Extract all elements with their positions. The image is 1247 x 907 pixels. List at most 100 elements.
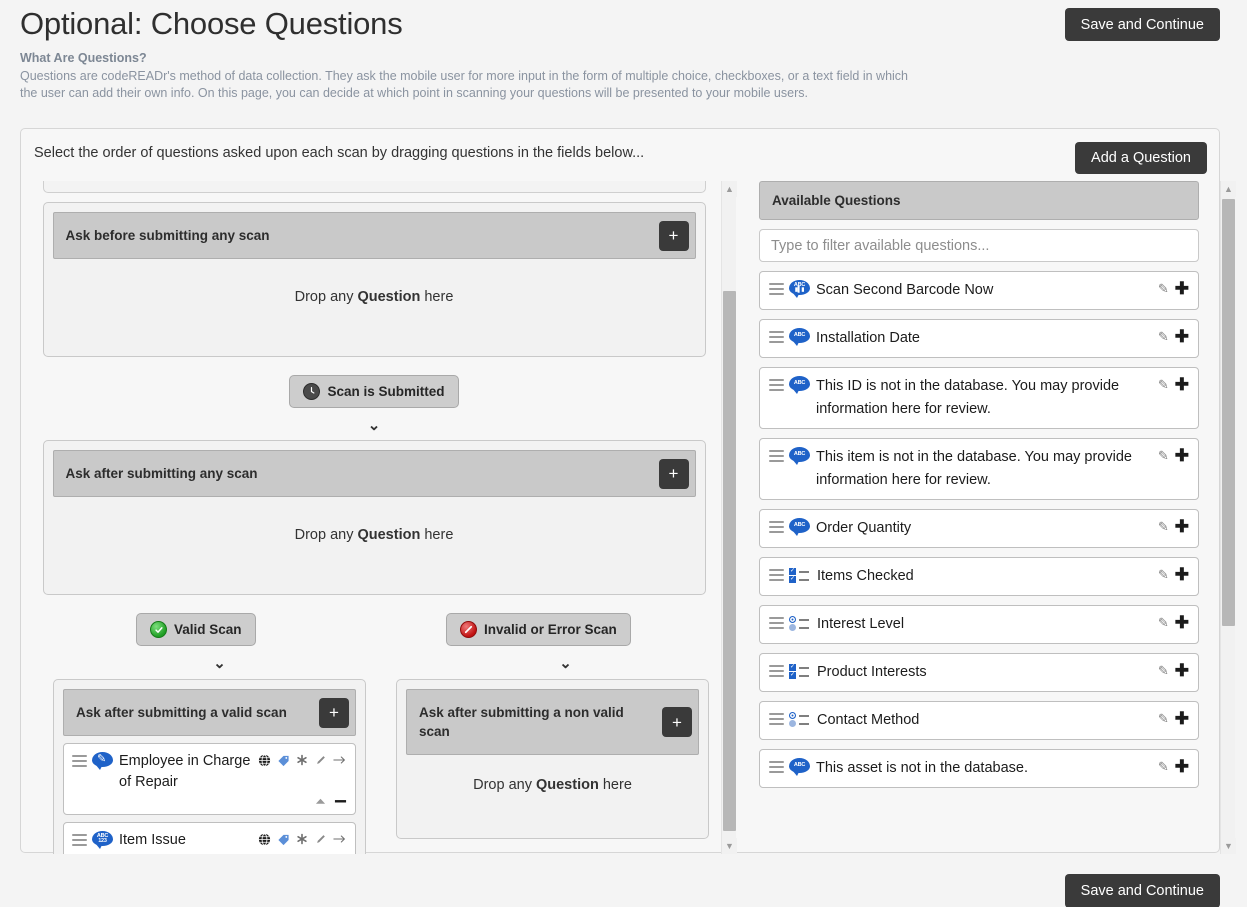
invalid-forbidden-icon [460, 621, 477, 638]
triangle-up-icon[interactable] [313, 852, 327, 854]
add-question-to-zone-button[interactable]: + [662, 707, 692, 737]
pencil-icon[interactable]: ✎ [1158, 711, 1169, 727]
plus-icon[interactable]: ✚ [1175, 568, 1189, 582]
globe-icon[interactable] [257, 753, 271, 767]
available-question-item[interactable]: ABC Order Quantity ✎ ✚ [759, 509, 1199, 548]
dropzone-header: Ask before submitting any scan + [53, 212, 696, 259]
dropzone-after-valid-scan[interactable]: Ask after submitting a valid scan + ✎ [53, 679, 366, 854]
pencil-icon[interactable]: ✎ [1158, 663, 1169, 679]
drag-handle-icon[interactable] [769, 331, 784, 346]
drag-handle-icon[interactable] [769, 569, 784, 584]
tag-icon[interactable] [276, 832, 290, 846]
plus-icon[interactable]: ✚ [1175, 520, 1189, 534]
available-question-item[interactable]: ABC This asset is not in the database. ✎… [759, 749, 1199, 788]
plus-icon[interactable]: ✚ [1175, 378, 1189, 392]
pencil-icon[interactable]: ✎ [1158, 759, 1169, 775]
plus-icon[interactable]: ✚ [1175, 712, 1189, 726]
dropzone-after-any-scan[interactable]: Ask after submitting any scan + Drop any… [43, 440, 706, 595]
submitted-clock-icon [303, 383, 320, 400]
drop-hint: Drop any Question here [53, 259, 696, 347]
available-question-label: This asset is not in the database. [816, 757, 1189, 780]
save-and-continue-button-bottom[interactable]: Save and Continue [1065, 874, 1220, 907]
available-questions-scrollbar[interactable]: ▲ ▼ [1220, 181, 1235, 854]
available-question-label: Interest Level [817, 613, 1189, 636]
save-and-continue-button-top[interactable]: Save and Continue [1065, 8, 1220, 41]
question-abc-bubble-icon: ABC [789, 328, 810, 346]
scrollbar-up-icon[interactable]: ▲ [1221, 181, 1236, 197]
scrollbar-up-icon[interactable]: ▲ [722, 181, 737, 197]
branch-dropzone-row: Ask after submitting a valid scan + ✎ [31, 679, 717, 854]
tag-icon[interactable] [276, 753, 290, 767]
plus-icon[interactable]: ✚ [1175, 616, 1189, 630]
available-question-item[interactable]: ABC▮▌▮ Scan Second Barcode Now ✎ ✚ [759, 271, 1199, 310]
minus-icon[interactable] [333, 794, 347, 808]
scan-flow-scrollbar[interactable]: ▲ ▼ [721, 181, 736, 854]
available-question-item[interactable]: Interest Level ✎ ✚ [759, 605, 1199, 644]
scrollbar-thumb[interactable] [723, 291, 736, 831]
pencil-icon[interactable]: ✎ [1158, 377, 1169, 393]
add-a-question-button[interactable]: Add a Question [1075, 142, 1207, 174]
assigned-question-card[interactable]: ✎ Employee in Charge of Repair [63, 743, 356, 815]
marker-valid-scan: Valid Scan [136, 613, 256, 646]
drag-handle-icon[interactable] [72, 834, 87, 849]
arrow-right-icon[interactable] [333, 753, 347, 767]
add-question-to-zone-button[interactable]: + [319, 698, 349, 728]
pencil-icon[interactable] [314, 753, 328, 767]
available-questions-heading: Available Questions [759, 181, 1199, 220]
assigned-question-actions-secondary [72, 852, 347, 854]
add-question-to-zone-button[interactable]: + [659, 221, 689, 251]
drag-handle-icon[interactable] [769, 617, 784, 632]
asterisk-icon[interactable] [295, 753, 309, 767]
add-question-to-zone-button[interactable]: + [659, 459, 689, 489]
pencil-icon[interactable]: ✎ [1158, 281, 1169, 297]
drag-handle-icon[interactable] [769, 665, 784, 680]
pencil-icon[interactable]: ✎ [1158, 519, 1169, 535]
scrollbar-down-icon[interactable]: ▼ [1221, 838, 1236, 854]
assigned-question-label: Employee in Charge of Repair [119, 751, 257, 793]
pencil-icon[interactable]: ✎ [1158, 567, 1169, 583]
plus-icon[interactable]: ✚ [1175, 760, 1189, 774]
available-question-item[interactable]: ✓ ✓ Product Interests ✎ ✚ [759, 653, 1199, 692]
available-question-item[interactable]: ABC This item is not in the database. Yo… [759, 438, 1199, 500]
available-question-actions: ✎ ✚ [1158, 377, 1189, 393]
scan-flow-column: Ask before submitting any scan + Drop an… [31, 181, 717, 854]
plus-icon[interactable]: ✚ [1175, 664, 1189, 678]
scrollbar-down-icon[interactable]: ▼ [722, 838, 737, 854]
available-question-item[interactable]: ABC This ID is not in the database. You … [759, 367, 1199, 429]
pencil-icon[interactable]: ✎ [1158, 329, 1169, 345]
question-barcode-bubble-icon: ABC▮▌▮ [789, 280, 810, 298]
asterisk-icon[interactable] [295, 832, 309, 846]
dropzone-title: Ask after submitting a non valid scan [407, 690, 698, 754]
assigned-question-actions-secondary [72, 794, 347, 808]
plus-icon[interactable]: ✚ [1175, 449, 1189, 463]
available-question-actions: ✎ ✚ [1158, 281, 1189, 297]
drag-handle-icon[interactable] [769, 379, 784, 394]
minus-icon[interactable] [333, 852, 347, 854]
assigned-question-actions [257, 753, 347, 767]
available-question-item[interactable]: ✓ ✓ Items Checked ✎ ✚ [759, 557, 1199, 596]
pencil-icon[interactable]: ✎ [1158, 448, 1169, 464]
available-questions-filter-input[interactable] [759, 229, 1199, 262]
available-question-label: This item is not in the database. You ma… [816, 446, 1189, 492]
scrollbar-thumb[interactable] [1222, 199, 1235, 626]
panel-columns: Ask before submitting any scan + Drop an… [21, 181, 1219, 852]
arrow-right-icon[interactable] [333, 832, 347, 846]
pencil-icon[interactable]: ✎ [1158, 615, 1169, 631]
plus-icon[interactable]: ✚ [1175, 282, 1189, 296]
drag-handle-icon[interactable] [769, 713, 784, 728]
triangle-up-icon[interactable] [313, 794, 327, 808]
drag-handle-icon[interactable] [769, 283, 784, 298]
drag-handle-icon[interactable] [769, 450, 784, 465]
drag-handle-icon[interactable] [769, 521, 784, 536]
dropzone-before-any-scan[interactable]: Ask before submitting any scan + Drop an… [43, 202, 706, 357]
plus-icon[interactable]: ✚ [1175, 330, 1189, 344]
globe-icon[interactable] [257, 832, 271, 846]
available-question-item[interactable]: ABC Installation Date ✎ ✚ [759, 319, 1199, 358]
dropzone-after-non-valid-scan[interactable]: Ask after submitting a non valid scan + … [396, 679, 709, 839]
pencil-icon[interactable] [314, 832, 328, 846]
drag-handle-icon[interactable] [72, 755, 87, 770]
drag-handle-icon[interactable] [769, 761, 784, 776]
marker-label: Valid Scan [174, 622, 242, 637]
available-question-item[interactable]: Contact Method ✎ ✚ [759, 701, 1199, 740]
assigned-question-card[interactable]: ABC123 Item Issue [63, 822, 356, 854]
